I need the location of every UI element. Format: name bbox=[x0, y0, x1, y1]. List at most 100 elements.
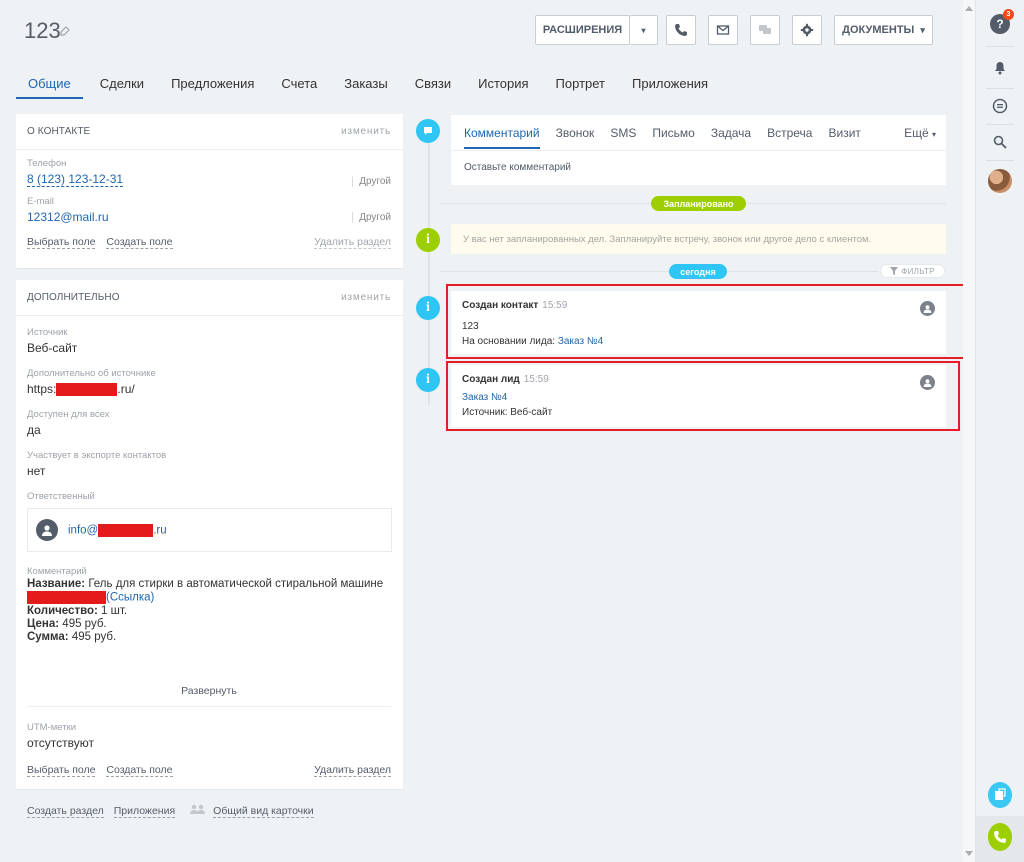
info-icon: i bbox=[416, 368, 440, 392]
bell-icon bbox=[995, 62, 1005, 75]
tab-general[interactable]: Общие bbox=[16, 74, 83, 99]
source-value: Веб-сайт bbox=[27, 341, 78, 355]
source-field: Источник Веб-сайт bbox=[16, 327, 403, 355]
highlight-frame bbox=[446, 361, 960, 431]
chat-icon bbox=[759, 25, 771, 34]
email-label: E-mail bbox=[27, 196, 54, 207]
help-badge: 3 bbox=[1003, 9, 1014, 20]
notifications-button[interactable] bbox=[988, 56, 1012, 80]
email-type: Другой bbox=[352, 212, 391, 223]
messenger-button[interactable] bbox=[988, 94, 1012, 118]
tab-relations[interactable]: Связи bbox=[403, 74, 463, 99]
additional-panel-header: ДОПОЛНИТЕЛЬНО изменить bbox=[16, 280, 403, 316]
right-sidebar: ? 3 bbox=[975, 0, 1024, 862]
scroll-up-icon[interactable] bbox=[965, 6, 973, 11]
email-field: E-mail 12312@mail.ru Другой bbox=[16, 196, 403, 224]
planned-notice: У вас нет запланированных дел. Запланиру… bbox=[451, 224, 946, 254]
comment-icon bbox=[416, 119, 440, 143]
today-label: сегодня bbox=[669, 264, 727, 279]
comment-field: Комментарий Название: Гель для стирки в … bbox=[16, 566, 403, 644]
delete-section-link[interactable]: Удалить раздел bbox=[314, 236, 391, 249]
info-icon: i bbox=[416, 228, 440, 252]
chevron-down-icon: ▾ bbox=[920, 24, 925, 35]
responsible-field: Ответственный info@ .ru bbox=[16, 491, 403, 553]
responsible-email[interactable]: info@ .ru bbox=[68, 523, 167, 537]
editor-tab-email[interactable]: Письмо bbox=[652, 117, 695, 149]
editor-tab-meeting[interactable]: Встреча bbox=[767, 117, 812, 149]
create-section-link[interactable]: Создать раздел bbox=[27, 805, 104, 818]
common-view-link[interactable]: Общий вид карточки bbox=[213, 805, 314, 818]
contact-edit-link[interactable]: изменить bbox=[341, 126, 391, 137]
chat-button[interactable] bbox=[750, 15, 780, 45]
activity-editor: Комментарий Звонок SMS Письмо Задача Вст… bbox=[451, 115, 946, 185]
activity-editor-tabs: Комментарий Звонок SMS Письмо Задача Вст… bbox=[451, 115, 946, 151]
comment-text: Название: Гель для стирки в автоматическ… bbox=[27, 578, 384, 643]
tab-orders[interactable]: Заказы bbox=[332, 74, 399, 99]
email-button[interactable] bbox=[708, 15, 738, 45]
tab-deals[interactable]: Сделки bbox=[88, 74, 156, 99]
redaction-mark bbox=[56, 383, 118, 397]
search-button[interactable] bbox=[988, 130, 1012, 154]
responsible-user[interactable]: info@ .ru bbox=[27, 508, 392, 553]
editor-tab-task[interactable]: Задача bbox=[711, 117, 751, 149]
page-title: 123 bbox=[24, 18, 61, 43]
info-icon: i bbox=[416, 296, 440, 320]
link-icon[interactable] bbox=[60, 26, 70, 39]
chat-bubble-icon bbox=[992, 98, 1008, 114]
tab-quotes[interactable]: Предложения bbox=[159, 74, 266, 99]
highlight-frame bbox=[446, 284, 965, 359]
documents-label: ДОКУМЕНТЫ bbox=[842, 24, 915, 36]
editor-tab-visit[interactable]: Визит bbox=[828, 117, 860, 149]
tab-history[interactable]: История bbox=[466, 74, 540, 99]
editor-tab-comment[interactable]: Комментарий bbox=[464, 117, 540, 149]
sidebar-divider bbox=[986, 124, 1014, 125]
export-value: нет bbox=[27, 464, 46, 479]
create-field-link[interactable]: Создать поле bbox=[106, 764, 173, 777]
main-scrollbar[interactable] bbox=[963, 0, 975, 862]
tab-apps[interactable]: Приложения bbox=[620, 74, 720, 99]
call-button[interactable] bbox=[666, 15, 696, 45]
additional-edit-link[interactable]: изменить bbox=[341, 292, 391, 303]
additional-panel-actions: Выбрать поле Создать поле Удалить раздел bbox=[16, 764, 403, 777]
contact-panel: О КОНТАКТЕ изменить Телефон 8 (123) 123-… bbox=[16, 114, 403, 268]
phone-type: Другой bbox=[352, 176, 391, 187]
editor-tab-sms[interactable]: SMS bbox=[610, 117, 636, 149]
documents-button[interactable]: ДОКУМЕНТЫ ▾ bbox=[834, 15, 933, 45]
contact-panel-header: О КОНТАКТЕ изменить bbox=[16, 114, 403, 150]
screen-share-button[interactable] bbox=[988, 782, 1012, 808]
crm-contact-page: 123 РАСШИРЕНИЯ ▾ ДОКУМЕНТЫ ▾ Общие Сделк… bbox=[0, 0, 965, 862]
tab-invoices[interactable]: Счета bbox=[269, 74, 329, 99]
tab-bar: Общие Сделки Предложения Счета Заказы Св… bbox=[16, 74, 747, 99]
delete-section-link[interactable]: Удалить раздел bbox=[314, 764, 391, 777]
scroll-down-icon[interactable] bbox=[965, 851, 973, 856]
phone-icon bbox=[675, 24, 687, 36]
contact-panel-title: О КОНТАКТЕ bbox=[27, 126, 91, 137]
tab-portrait[interactable]: Портрет bbox=[544, 74, 617, 99]
extensions-button[interactable]: РАСШИРЕНИЯ bbox=[535, 15, 630, 45]
create-field-link[interactable]: Создать поле bbox=[106, 236, 173, 249]
expand-link[interactable]: Развернуть bbox=[181, 685, 237, 697]
phone-label: Телефон bbox=[27, 158, 67, 169]
apps-link[interactable]: Приложения bbox=[113, 805, 176, 818]
select-field-link[interactable]: Выбрать поле bbox=[27, 764, 96, 777]
planned-label: Запланировано bbox=[651, 196, 746, 211]
source-details-value: https: .ru/ bbox=[27, 382, 135, 397]
group-avatar-icon bbox=[988, 169, 1012, 193]
email-link[interactable]: 12312@mail.ru bbox=[27, 210, 109, 224]
filter-button[interactable]: ФИЛЬТР bbox=[880, 264, 945, 278]
extensions-dropdown-button[interactable]: ▾ bbox=[630, 15, 658, 45]
settings-button[interactable] bbox=[792, 15, 822, 45]
comment-link[interactable]: (Ссылка) bbox=[106, 592, 154, 604]
comment-input[interactable]: Оставьте комментарий bbox=[451, 151, 946, 184]
today-divider bbox=[440, 271, 878, 272]
phone-call-button[interactable] bbox=[988, 823, 1012, 851]
phone-link[interactable]: 8 (123) 123-12-31 bbox=[27, 172, 124, 187]
additional-panel: ДОПОЛНИТЕЛЬНО изменить Источник Веб-сайт… bbox=[16, 280, 403, 789]
additional-panel-title: ДОПОЛНИТЕЛЬНО bbox=[27, 292, 120, 303]
source-label: Источник bbox=[27, 327, 68, 338]
select-field-link[interactable]: Выбрать поле bbox=[27, 236, 96, 249]
editor-tab-call[interactable]: Звонок bbox=[556, 117, 595, 149]
editor-more-button[interactable]: Ещё ▾ bbox=[904, 126, 936, 140]
team-avatar-button[interactable] bbox=[988, 169, 1012, 193]
search-icon bbox=[993, 135, 1007, 149]
